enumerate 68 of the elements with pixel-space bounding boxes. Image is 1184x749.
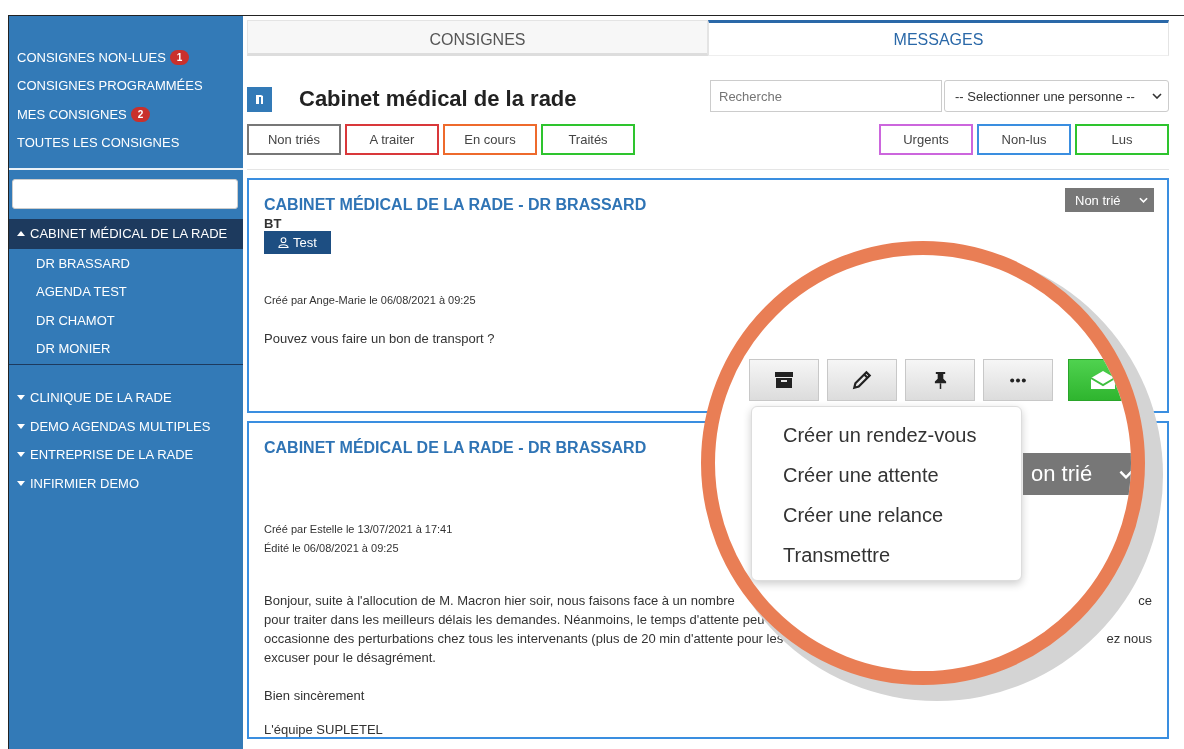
pencil-button[interactable] (827, 359, 897, 401)
chevron-icon (1152, 93, 1162, 99)
tree-item[interactable]: DR MONIER (9, 334, 243, 363)
message-text: occasionne des perturbations chez tous les intervenants (plus de 20 min d'attente pour les (264, 631, 784, 648)
search-field[interactable]: Recherche (710, 80, 942, 112)
tab[interactable]: MESSAGES (708, 20, 1169, 56)
pencil-icon (851, 369, 873, 391)
count-badge: 1 (169, 49, 190, 65)
status-select[interactable]: on trié (1023, 453, 1131, 495)
meta-text: Édité le 06/08/2021 à 09:25 (264, 542, 399, 556)
user-icon (278, 237, 289, 248)
tree-item[interactable]: AGENDA TEST (9, 277, 243, 307)
caret-icon (17, 230, 25, 236)
tree-group[interactable]: CABINET MÉDICAL DE LA RADE (9, 219, 243, 248)
message-text: Pouvez vous faire un bon de transport ? (264, 331, 495, 348)
tree-item[interactable]: DR BRASSARD (9, 249, 243, 278)
page-title: Cabinet médical de la rade (299, 86, 577, 112)
message-text: ce (1138, 593, 1152, 610)
pin-icon (932, 370, 948, 390)
person-select[interactable]: -- Selectionner une personne -- (944, 80, 1169, 112)
meta-text: Créé par Ange-Marie le 06/08/2021 à 09:25 (264, 294, 476, 308)
message-text: Bien sincèrement (264, 688, 366, 703)
caret-icon (17, 423, 25, 429)
menu-item[interactable]: Transmettre (752, 541, 1021, 581)
door-icon[interactable] (247, 86, 272, 112)
meta-text: Créé par Estelle le 13/07/2021 à 17:41 (264, 523, 453, 537)
nav-link[interactable]: MES CONSIGNES (17, 106, 127, 122)
message-text: excuser pour le désagrément. (264, 650, 436, 667)
pin-button[interactable] (905, 359, 975, 401)
open-envelope-icon (1090, 370, 1116, 390)
menu-item[interactable]: Créer une relance (752, 501, 1021, 541)
nav-link[interactable]: CONSIGNES NON-LUES (17, 49, 166, 65)
caret-icon (17, 480, 25, 486)
tree-group[interactable]: DEMO AGENDAS MULTIPLES (9, 412, 243, 441)
filter-button[interactable]: A traiter (345, 124, 439, 155)
archive-button[interactable] (749, 359, 819, 401)
archive-icon (774, 371, 794, 389)
tree-item[interactable]: DR CHAMOT (9, 306, 243, 335)
menu-item[interactable]: Créer une attente (752, 461, 1021, 501)
more-icon (1009, 377, 1027, 383)
nav-link[interactable]: CONSIGNES PROGRAMMÉES (17, 78, 203, 94)
filter-button[interactable]: En cours (443, 124, 537, 155)
tree-group[interactable]: ENTREPRISE DE LA RADE (9, 440, 243, 470)
message-text: Bonjour, suite à l'allocution de M. Macron hier soir, nous faisons face à un nombre (264, 593, 735, 610)
author-initials: BT (264, 216, 283, 231)
person-tag[interactable]: Test (264, 231, 331, 254)
caret-icon (17, 395, 25, 401)
filter-button[interactable]: Traités (541, 124, 635, 155)
chevron-icon (1139, 197, 1148, 203)
message-title: CABINET MÉDICAL DE LA RADE - DR BRASSARD (264, 439, 647, 457)
filter-button[interactable]: Urgents (879, 124, 973, 155)
tab[interactable]: CONSIGNES (247, 20, 708, 56)
chevron-icon (1119, 469, 1131, 479)
caret-icon (17, 452, 25, 458)
menu-item[interactable]: Créer un rendez-vous (752, 421, 1021, 461)
filter-button[interactable]: Non-lus (977, 124, 1071, 155)
search-field[interactable] (12, 179, 238, 209)
tree-group[interactable]: INFIRMIER DEMO (9, 469, 243, 498)
message-text: L'équipe SUPLETEL (264, 722, 384, 737)
message-text: pour traiter dans les meilleurs délais les demandes. Néanmoins, le temps d'attente peu (264, 612, 765, 629)
filter-button[interactable]: Lus (1075, 124, 1169, 155)
status-select[interactable]: Non trié (1065, 188, 1154, 212)
nav-link[interactable]: TOUTES LES CONSIGNES (17, 135, 180, 151)
message-text: ez nous (1106, 631, 1152, 648)
filter-button[interactable]: Non triés (247, 124, 341, 155)
message-title: CABINET MÉDICAL DE LA RADE - DR BRASSARD (264, 196, 647, 214)
count-badge: 2 (130, 106, 151, 122)
tree-group[interactable]: CLINIQUE DE LA RADE (9, 383, 243, 413)
